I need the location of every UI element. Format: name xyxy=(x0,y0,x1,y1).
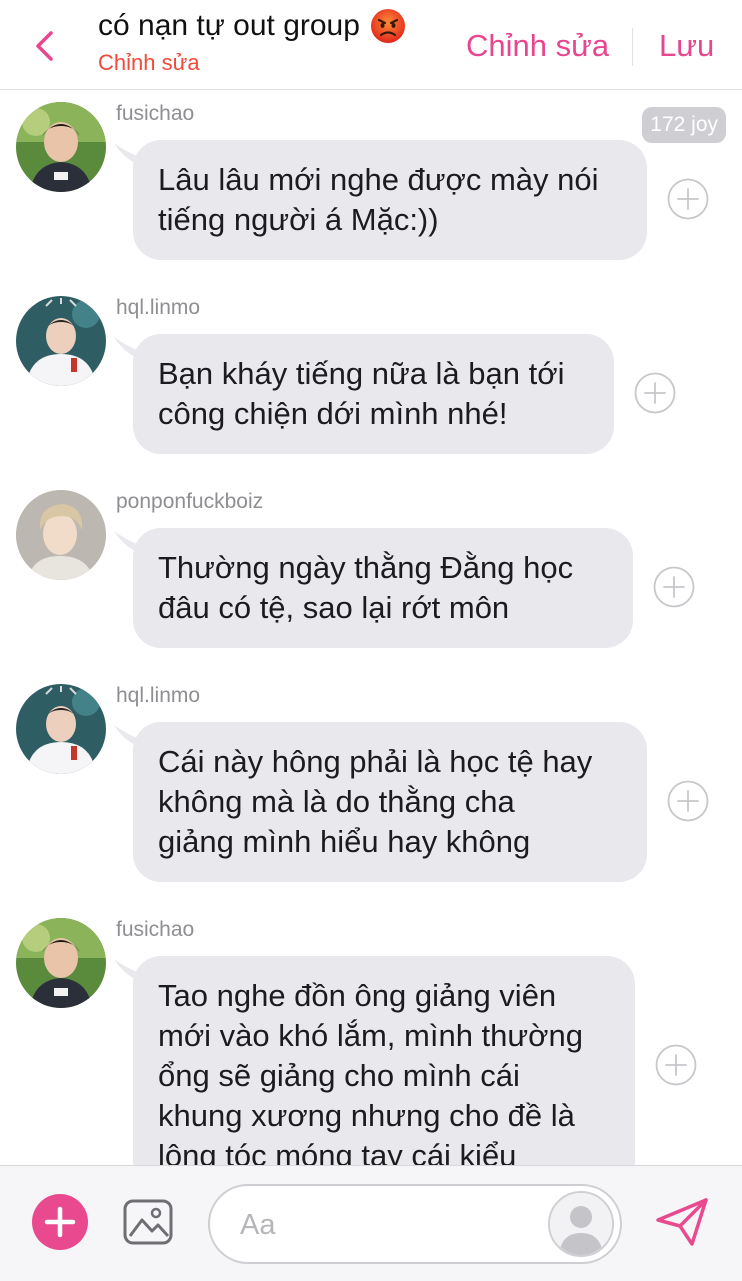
message-input-box[interactable] xyxy=(208,1184,622,1264)
message-line: ổng sẽ giảng cho mình cái xyxy=(158,1058,520,1093)
message-line: Bạn kháy tiếng nữa là bạn tới xyxy=(158,356,565,391)
title-block: có nạn tự out group Chỉnh sửa xyxy=(98,8,406,76)
message-line: Thường ngày thằng Đằng học xyxy=(158,550,574,585)
message-line: tiếng người á Mặc:)) xyxy=(158,202,439,237)
message-line: giảng mình hiểu hay không xyxy=(158,824,531,859)
message-bubble[interactable]: Thường ngày thằng Đằng học đâu có tệ, sa… xyxy=(133,528,633,648)
composer-bar xyxy=(0,1165,742,1281)
message-line: khung xương nhưng cho đề là xyxy=(158,1098,575,1133)
message-input[interactable] xyxy=(238,1196,542,1254)
message-line: không mà là do thằng cha xyxy=(158,784,515,819)
username: ponponfuckboiz xyxy=(116,490,264,513)
username: hql.linmo xyxy=(116,296,201,319)
message-line: đâu có tệ, sao lại rớt môn xyxy=(158,590,510,625)
message-bubble[interactable]: Cái này hông phải là học tệ hay không mà… xyxy=(133,722,647,882)
back-chevron-icon[interactable] xyxy=(28,28,64,64)
chat-subtitle[interactable]: Chỉnh sửa xyxy=(98,50,406,76)
user-avatar-icon[interactable] xyxy=(548,1191,614,1257)
message-line: mới vào khó lắm, mình thường xyxy=(158,1018,583,1053)
message-line: lông tóc móng tay cái kiểu xyxy=(158,1138,517,1165)
avatar[interactable] xyxy=(16,918,106,1008)
message-bubble[interactable]: Lâu lâu mới nghe được mày nói tiếng ngườ… xyxy=(133,140,647,260)
message-line: Tao nghe đồn ông giảng viên xyxy=(158,978,557,1013)
chat-title: có nạn tự out group xyxy=(98,8,406,44)
image-picker-icon[interactable] xyxy=(122,1198,174,1246)
username: fusichao xyxy=(116,102,195,125)
username: fusichao xyxy=(116,918,195,941)
add-reaction-icon[interactable] xyxy=(667,780,709,822)
message-list[interactable]: fusichao 172 joy Lâu lâu mới nghe được m… xyxy=(0,90,742,1165)
add-reaction-icon[interactable] xyxy=(634,372,676,414)
avatar[interactable] xyxy=(16,490,106,580)
send-icon[interactable] xyxy=(654,1196,710,1248)
header-divider xyxy=(632,28,633,66)
message-line: Cái này hông phải là học tệ hay xyxy=(158,744,593,779)
joy-badge: 172 joy xyxy=(642,107,726,143)
add-reaction-icon[interactable] xyxy=(667,178,709,220)
chat-header: có nạn tự out group Chỉnh sửa Chỉnh sửa … xyxy=(0,0,742,90)
avatar[interactable] xyxy=(16,296,106,386)
add-reaction-icon[interactable] xyxy=(655,1044,697,1086)
avatar[interactable] xyxy=(16,684,106,774)
message-line: Lâu lâu mới nghe được mày nói xyxy=(158,162,599,197)
message-line: công chiện dới mình nhé! xyxy=(158,396,508,431)
add-attachment-button[interactable] xyxy=(32,1194,88,1250)
chat-title-text: có nạn tự out group xyxy=(98,9,360,42)
plus-icon xyxy=(44,1206,76,1238)
save-button[interactable]: Lưu xyxy=(659,28,714,64)
message-bubble[interactable]: Tao nghe đồn ông giảng viên mới vào khó … xyxy=(133,956,635,1165)
message-bubble[interactable]: Bạn kháy tiếng nữa là bạn tới công chiện… xyxy=(133,334,614,454)
add-reaction-icon[interactable] xyxy=(653,566,695,608)
edit-button[interactable]: Chỉnh sửa xyxy=(466,28,609,64)
angry-face-icon xyxy=(370,8,406,44)
avatar[interactable] xyxy=(16,102,106,192)
username: hql.linmo xyxy=(116,684,201,707)
